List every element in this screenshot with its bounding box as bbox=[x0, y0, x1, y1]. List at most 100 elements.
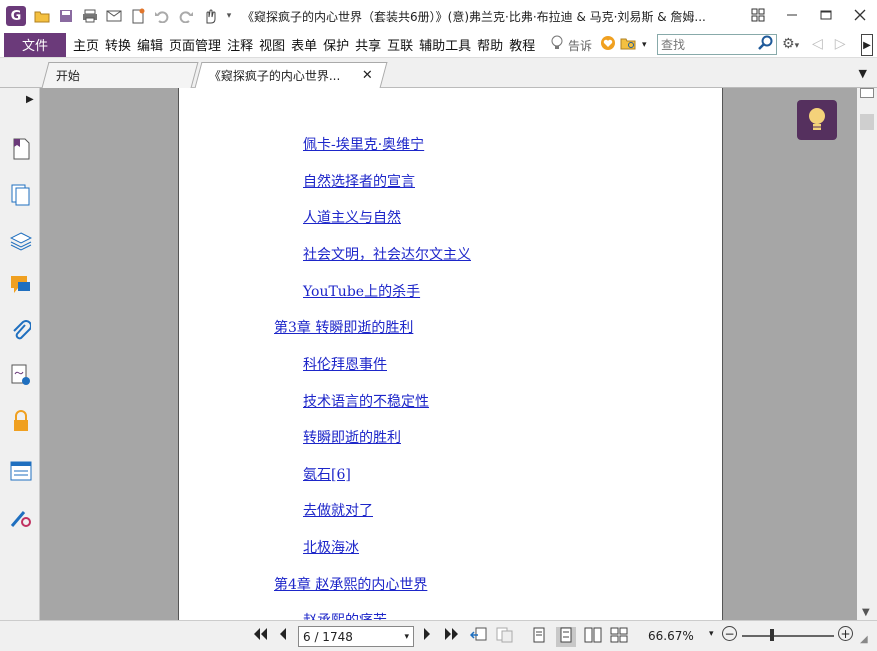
menu-item-help[interactable]: 帮助 bbox=[474, 35, 506, 54]
attachment-icon[interactable] bbox=[10, 320, 32, 342]
tab-start[interactable]: 开始 bbox=[41, 62, 199, 88]
search-icon[interactable] bbox=[758, 35, 774, 55]
continuous-facing-view-icon[interactable] bbox=[610, 627, 628, 647]
lock-icon[interactable] bbox=[10, 410, 32, 432]
maximize-button[interactable] bbox=[809, 0, 843, 30]
tell-me-area: 告诉 ▾ bbox=[550, 32, 647, 58]
toc-link[interactable]: YouTube上的杀手 bbox=[303, 281, 420, 301]
menu-item-share[interactable]: 共享 bbox=[352, 35, 384, 54]
tips-lightbulb-button[interactable] bbox=[797, 100, 837, 140]
signature-icon[interactable] bbox=[10, 364, 32, 386]
menu-item-tutorial[interactable]: 教程 bbox=[506, 35, 538, 54]
zoom-level[interactable]: 66.67% bbox=[648, 629, 694, 643]
search-field[interactable] bbox=[657, 34, 777, 55]
tell-me-input[interactable]: 告诉 bbox=[568, 37, 592, 54]
form-fields-icon[interactable] bbox=[10, 460, 32, 482]
zoom-in-icon[interactable]: + bbox=[838, 626, 853, 641]
scroll-down-icon[interactable]: ▼ bbox=[862, 607, 870, 618]
restore-group-icon[interactable] bbox=[741, 0, 775, 30]
menu-item-view[interactable]: 视图 bbox=[256, 35, 288, 54]
chevron-left-icon[interactable]: ◁ bbox=[812, 36, 823, 52]
zoom-slider-thumb[interactable] bbox=[770, 629, 774, 641]
menu-item-home[interactable]: 主页 bbox=[70, 35, 102, 54]
undo-icon[interactable] bbox=[152, 6, 172, 26]
title-bar: G ▾ 《窥探疯子的内心世界（套装共6册）》(意)弗兰克·比弗·布拉迪 & 马克… bbox=[0, 0, 877, 32]
tab-list-dropdown-icon[interactable]: ▼ bbox=[859, 67, 867, 80]
gear-icon[interactable]: ⚙▾ bbox=[782, 36, 799, 52]
toc-link[interactable]: 社会文明，社会达尔文主义 bbox=[303, 244, 471, 264]
zoom-dropdown-icon[interactable]: ▾ bbox=[709, 629, 714, 639]
scroll-up-button[interactable] bbox=[860, 88, 874, 98]
save-icon[interactable] bbox=[56, 6, 76, 26]
next-view-icon[interactable] bbox=[496, 627, 514, 647]
continuous-view-icon[interactable] bbox=[556, 627, 576, 647]
previous-page-icon[interactable] bbox=[278, 627, 288, 645]
scroll-thumb[interactable] bbox=[860, 114, 874, 130]
toc-link[interactable]: 技术语言的不稳定性 bbox=[303, 391, 429, 411]
menu-item-connect[interactable]: 互联 bbox=[384, 35, 416, 54]
next-page-icon[interactable] bbox=[422, 627, 432, 645]
document-viewport[interactable]: 佩卡-埃里克·奥维宁 自然选择者的宣言 人道主义与自然 社会文明，社会达尔文主义… bbox=[40, 88, 857, 620]
heart-icon[interactable] bbox=[600, 35, 616, 55]
zoom-slider-track[interactable] bbox=[742, 635, 834, 637]
layers-icon[interactable] bbox=[10, 230, 32, 252]
lightbulb-icon bbox=[809, 108, 825, 130]
hand-tool-icon[interactable] bbox=[200, 6, 220, 26]
customize-toolbar-icon[interactable]: ▾ bbox=[224, 6, 234, 26]
bookmark-icon[interactable] bbox=[10, 138, 32, 160]
toc-link[interactable]: 转瞬即逝的胜利 bbox=[303, 427, 401, 447]
toc-link[interactable]: 自然选择者的宣言 bbox=[303, 171, 415, 191]
page-dropdown-icon[interactable]: ▾ bbox=[404, 632, 409, 642]
email-icon[interactable] bbox=[104, 6, 124, 26]
lightbulb-icon[interactable] bbox=[550, 35, 564, 55]
document-tab-bar: 开始 《窥探疯子的内心世界... ✕ ▼ bbox=[0, 58, 877, 88]
comments-icon[interactable] bbox=[10, 274, 32, 296]
single-page-view-icon[interactable] bbox=[532, 627, 546, 647]
menu-item-protect[interactable]: 保护 bbox=[320, 35, 352, 54]
certificate-icon[interactable] bbox=[10, 506, 32, 528]
redo-icon[interactable] bbox=[176, 6, 196, 26]
page-number-field[interactable]: 6 / 1748 ▾ bbox=[298, 626, 414, 647]
toc-link[interactable]: 赵承熙的痛苦 bbox=[303, 610, 387, 620]
window-resize-grip-icon[interactable]: ◢ bbox=[860, 634, 868, 645]
find-folder-icon[interactable] bbox=[620, 36, 638, 54]
open-folder-icon[interactable] bbox=[32, 6, 52, 26]
facing-view-icon[interactable] bbox=[584, 627, 602, 647]
toc-link[interactable]: 去做就对了 bbox=[303, 500, 373, 520]
expand-panel-icon[interactable]: ▶ bbox=[26, 94, 34, 105]
chevron-right-icon[interactable]: ▷ bbox=[835, 36, 846, 52]
menu-item-convert[interactable]: 转换 bbox=[102, 35, 134, 54]
menu-item-accessibility[interactable]: 辅助工具 bbox=[416, 35, 474, 54]
close-tab-icon[interactable]: ✕ bbox=[362, 68, 373, 83]
first-page-icon[interactable] bbox=[252, 627, 268, 645]
page-indicator: 6 / 1748 bbox=[303, 629, 353, 644]
search-input[interactable] bbox=[658, 37, 758, 52]
vertical-scrollbar[interactable]: ▼ bbox=[857, 88, 877, 620]
previous-view-icon[interactable] bbox=[469, 627, 488, 647]
toc-link[interactable]: 科伦拜恩事件 bbox=[303, 354, 387, 374]
toc-chapter-link[interactable]: 第3章 转瞬即逝的胜利 bbox=[274, 317, 413, 337]
ribbon-expand-button[interactable]: ▶ bbox=[861, 34, 873, 56]
window-controls bbox=[741, 0, 877, 30]
toc-link[interactable]: 氨石[6] bbox=[303, 464, 351, 484]
print-icon[interactable] bbox=[80, 6, 100, 26]
find-dropdown-icon[interactable]: ▾ bbox=[642, 40, 647, 50]
menu-item-edit[interactable]: 编辑 bbox=[134, 35, 166, 54]
last-page-icon[interactable] bbox=[444, 627, 460, 645]
toc-link[interactable]: 北极海冰 bbox=[303, 537, 359, 557]
tab-document[interactable]: 《窥探疯子的内心世界... ✕ bbox=[194, 62, 388, 88]
tab-document-label: 《窥探疯子的内心世界... bbox=[208, 69, 341, 83]
page-thumbnails-icon[interactable] bbox=[10, 184, 32, 206]
menu-item-organize[interactable]: 页面管理 bbox=[166, 35, 224, 54]
toc-link[interactable]: 佩卡-埃里克·奥维宁 bbox=[303, 134, 424, 154]
app-logo-icon: G bbox=[6, 6, 26, 26]
menu-item-form[interactable]: 表单 bbox=[288, 35, 320, 54]
file-menu-button[interactable]: 文件 bbox=[4, 32, 66, 57]
menu-item-comment[interactable]: 注释 bbox=[224, 35, 256, 54]
toc-link[interactable]: 人道主义与自然 bbox=[303, 207, 401, 227]
close-button[interactable] bbox=[843, 0, 877, 30]
toc-chapter-link[interactable]: 第4章 赵承熙的内心世界 bbox=[274, 574, 427, 594]
minimize-button[interactable] bbox=[775, 0, 809, 30]
new-document-icon[interactable] bbox=[128, 6, 148, 26]
zoom-out-icon[interactable]: − bbox=[722, 626, 737, 641]
